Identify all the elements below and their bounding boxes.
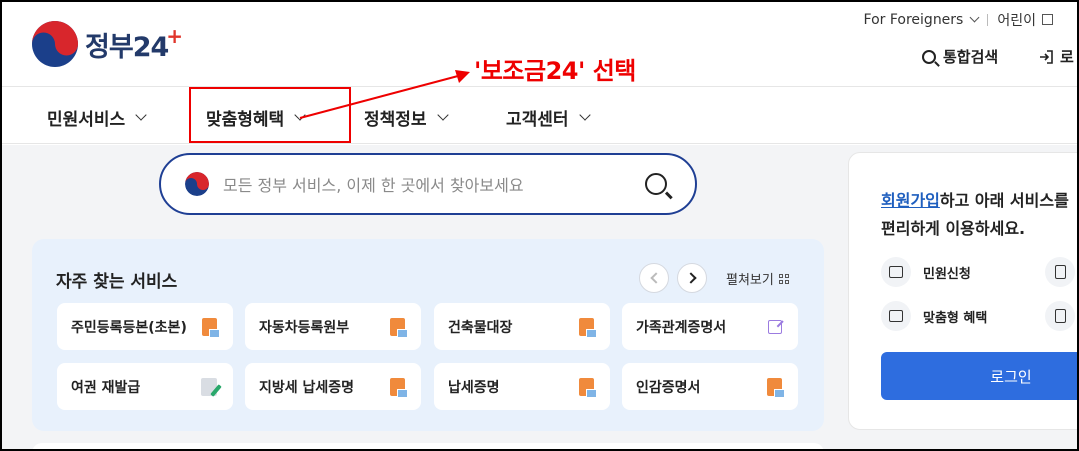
annotation-label: '보조금24' 선택: [474, 57, 636, 85]
